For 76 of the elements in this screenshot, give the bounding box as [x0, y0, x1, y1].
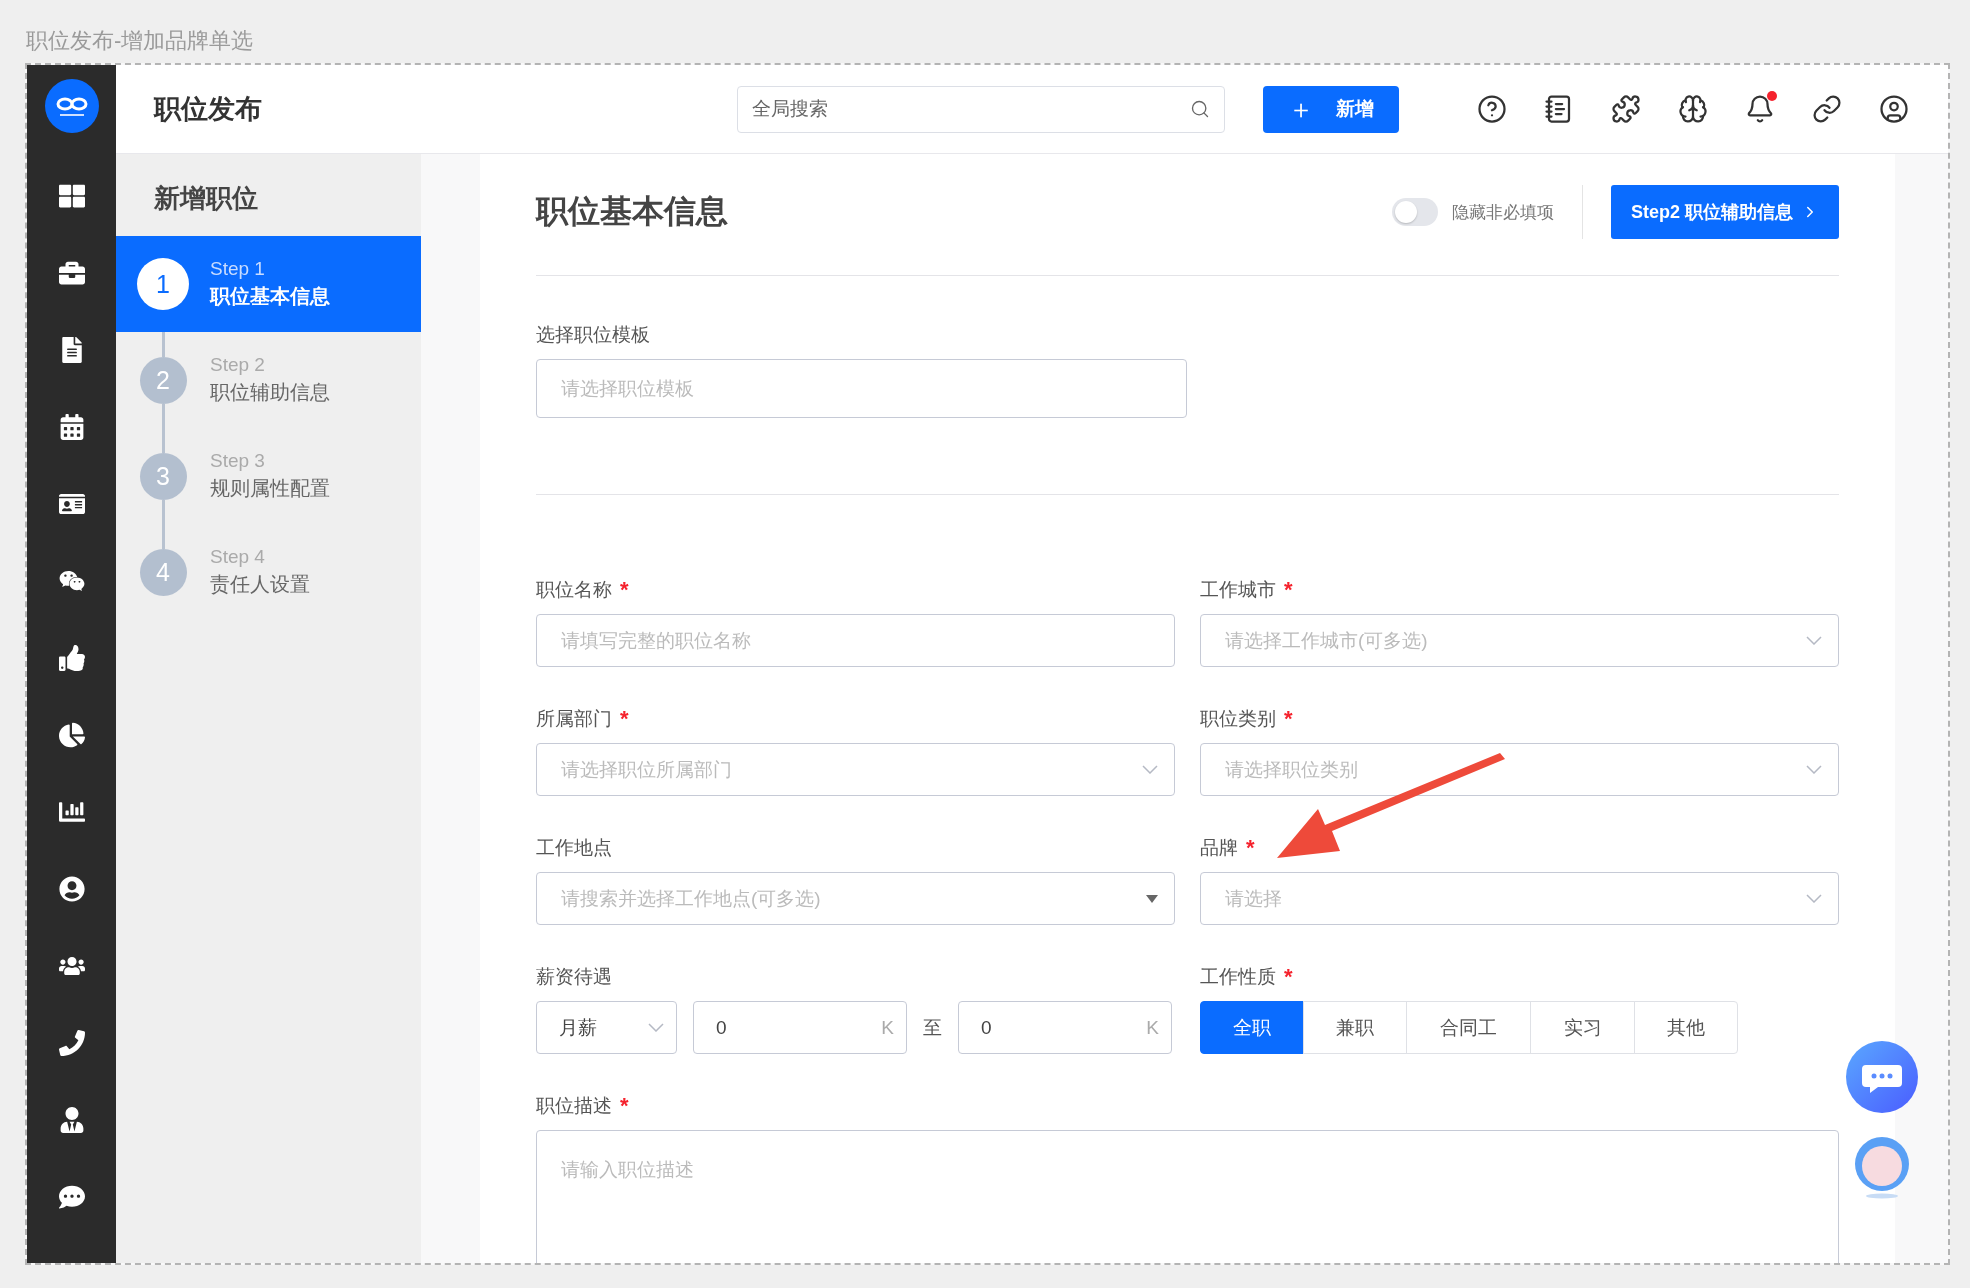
- step-caption: Step 3: [210, 450, 266, 472]
- step-label: 规则属性配置: [210, 476, 330, 501]
- salary-to-field[interactable]: 0 K: [958, 1001, 1172, 1054]
- step-caption: Step 1: [210, 258, 266, 280]
- logo-icon: [44, 79, 99, 133]
- new-button[interactable]: ＋ 新增: [1263, 85, 1399, 133]
- chevron-down-icon: [1142, 765, 1158, 774]
- field-label: 所属部门: [536, 707, 612, 731]
- step-label: 职位辅助信息: [210, 380, 330, 405]
- job-type-option[interactable]: 合同工: [1406, 1001, 1531, 1054]
- step-label: 责任人设置: [210, 572, 310, 597]
- chevron-down-icon: [1806, 765, 1822, 774]
- assistant-mascot-icon[interactable]: [1853, 1135, 1911, 1199]
- chevron-down-icon: [648, 1023, 664, 1032]
- job-type-option[interactable]: 其他: [1634, 1001, 1738, 1054]
- field-label: 品牌: [1200, 836, 1238, 860]
- calendar-icon[interactable]: [58, 414, 85, 440]
- job-type-option[interactable]: 全职: [1200, 1001, 1304, 1054]
- user-avatar-icon[interactable]: [1879, 94, 1909, 124]
- id-card-icon[interactable]: [58, 491, 85, 517]
- next-step-button[interactable]: Step2 职位辅助信息: [1611, 185, 1839, 239]
- required-mark: *: [1284, 706, 1293, 732]
- step-number: 2: [139, 356, 187, 404]
- step-item[interactable]: 3 Step 3 规则属性配置: [116, 428, 421, 524]
- step-label: 职位基本信息: [210, 284, 330, 309]
- field-label: 工作城市: [1200, 578, 1276, 602]
- required-mark: *: [1246, 835, 1255, 861]
- required-mark: *: [620, 706, 629, 732]
- step-item[interactable]: 4 Step 4 责任人设置: [116, 524, 421, 620]
- page-caption: 职位发布-增加品牌单选: [26, 28, 254, 53]
- step-item[interactable]: 1 Step 1 职位基本信息: [116, 236, 421, 332]
- search-icon: [1190, 99, 1210, 119]
- chevron-down-icon: [1806, 894, 1822, 903]
- chat-bubbles-icon[interactable]: [58, 568, 85, 594]
- field-label: 薪资待遇: [536, 965, 612, 989]
- bar-chart-icon[interactable]: [58, 799, 85, 825]
- period-select[interactable]: 月薪: [536, 1001, 677, 1054]
- required-mark: *: [1284, 964, 1293, 990]
- toggle-label: 隐藏非必填项: [1452, 201, 1554, 224]
- phone-icon[interactable]: [58, 1030, 85, 1056]
- bell-icon[interactable]: [1745, 94, 1775, 124]
- salary-from-field[interactable]: 0 K: [693, 1001, 907, 1054]
- field-label: 工作地点: [536, 836, 612, 860]
- help-icon[interactable]: [1477, 94, 1507, 124]
- required-mark: *: [1284, 577, 1293, 603]
- field-label: 职位类别: [1200, 707, 1276, 731]
- job-type-option[interactable]: 兼职: [1303, 1001, 1407, 1054]
- step-caption: Step 4: [210, 546, 266, 568]
- caret-down-icon: [1146, 894, 1158, 903]
- field-label: 选择职位模板: [536, 323, 650, 347]
- field-label: 职位描述: [536, 1094, 612, 1118]
- step-number: 3: [139, 452, 187, 500]
- range-separator: 至: [923, 1015, 942, 1040]
- form-title: 职位基本信息: [536, 193, 728, 229]
- step-number: 1: [137, 258, 189, 310]
- field-label: 职位名称: [536, 578, 612, 602]
- thumbs-up-icon[interactable]: [58, 645, 85, 671]
- search-field[interactable]: 全局搜索: [737, 85, 1225, 133]
- chat-bubble-icon[interactable]: [1846, 1041, 1918, 1113]
- panel-title: 新增职位: [154, 183, 258, 213]
- chevron-down-icon: [1806, 636, 1822, 645]
- required-mark: *: [620, 1093, 629, 1119]
- toggle-switch[interactable]: [1392, 198, 1438, 226]
- step-item[interactable]: 2 Step 2 职位辅助信息: [116, 332, 421, 428]
- step-caption: Step 2: [210, 354, 266, 376]
- puzzle-icon[interactable]: [1611, 94, 1641, 124]
- link-icon[interactable]: [1812, 94, 1842, 124]
- dashboard-icon[interactable]: [58, 183, 85, 209]
- pie-chart-icon[interactable]: [58, 722, 85, 748]
- header-title: 职位发布: [154, 94, 262, 124]
- briefcase-icon[interactable]: [58, 260, 85, 286]
- message-icon[interactable]: [58, 1184, 85, 1210]
- required-mark: *: [620, 577, 629, 603]
- job-type-option[interactable]: 实习: [1530, 1001, 1635, 1054]
- step-number: 4: [139, 548, 187, 596]
- field-label: 工作性质: [1200, 965, 1276, 989]
